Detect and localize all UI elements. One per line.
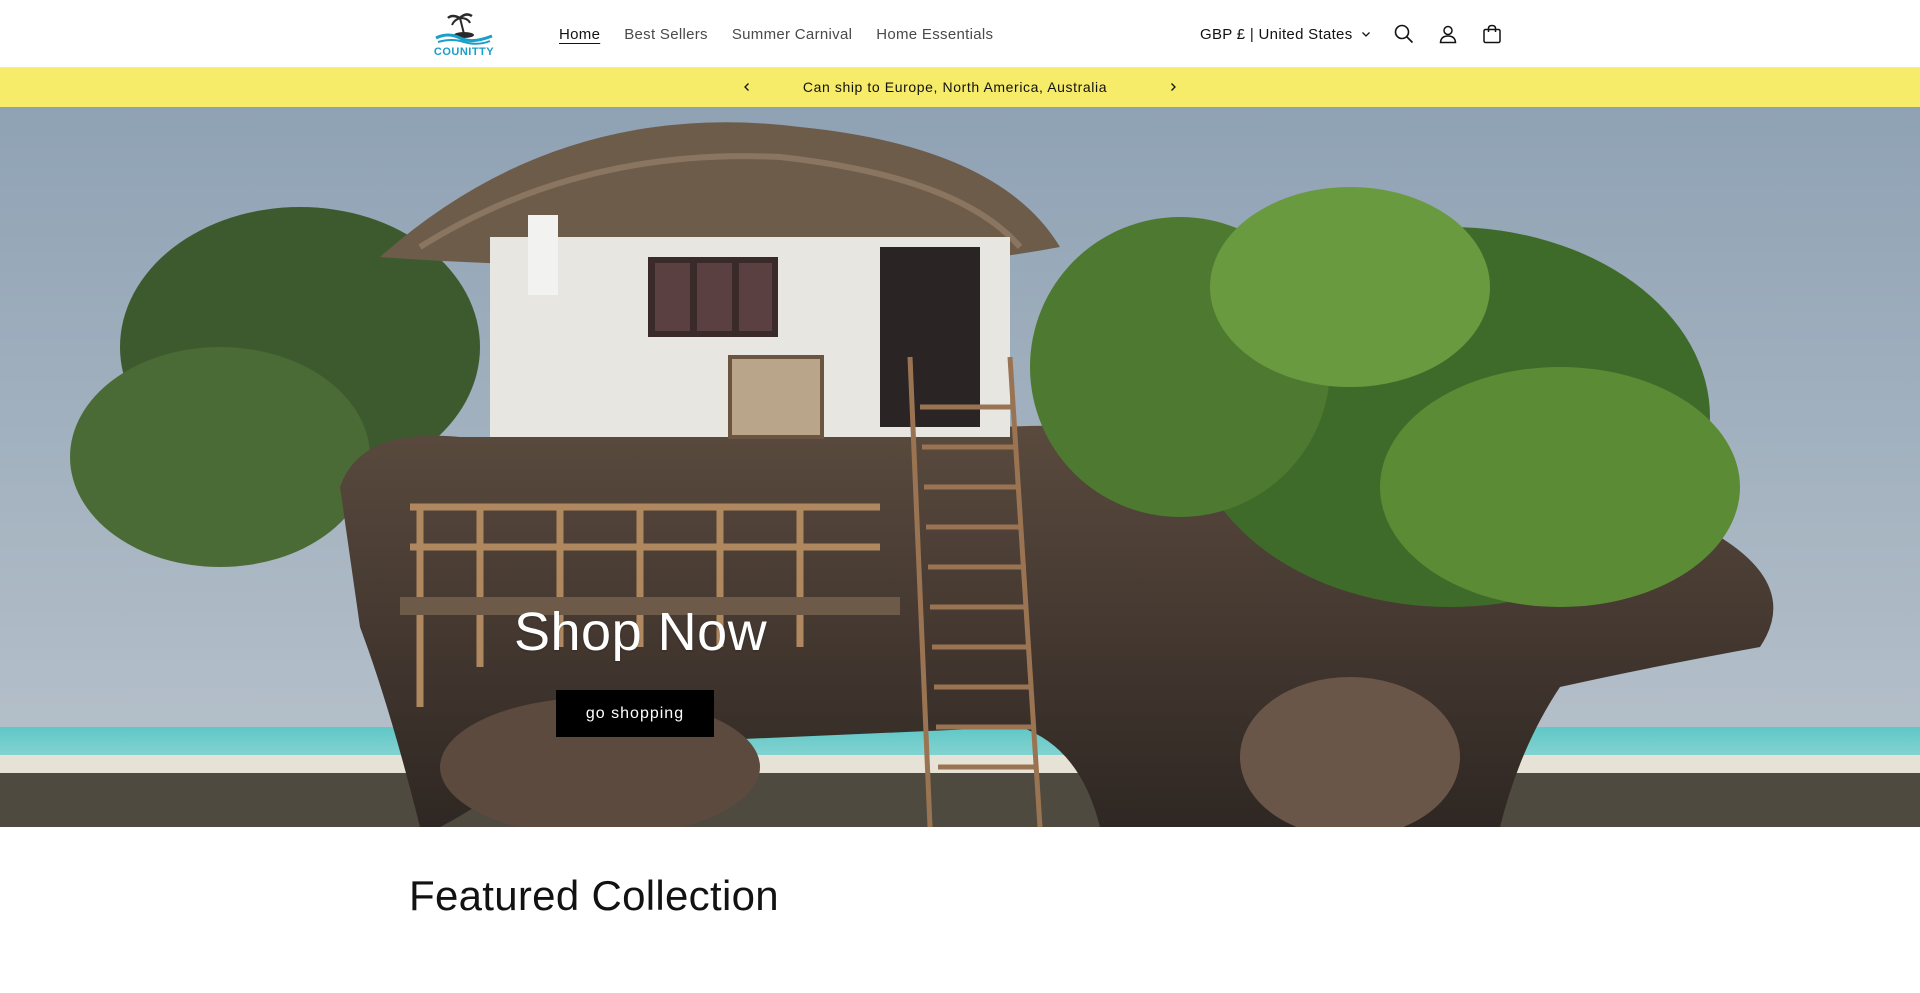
cart-icon[interactable] xyxy=(1478,20,1506,48)
nav-summer-carnival[interactable]: Summer Carnival xyxy=(732,26,852,43)
go-shopping-button[interactable]: go shopping xyxy=(556,690,714,737)
hero-banner: Shop Now go shopping xyxy=(0,107,1920,827)
chevron-down-icon xyxy=(1361,32,1370,37)
site-header: COUNITTY Home Best Sellers Summer Carniv… xyxy=(0,0,1920,68)
main-nav: Home Best Sellers Summer Carnival Home E… xyxy=(559,0,1017,68)
chevron-right-icon[interactable] xyxy=(1163,77,1183,97)
brand-logo[interactable]: COUNITTY xyxy=(428,8,500,60)
hero-title: Shop Now xyxy=(514,602,768,662)
nav-best-sellers[interactable]: Best Sellers xyxy=(624,26,708,43)
nav-home-essentials[interactable]: Home Essentials xyxy=(876,26,993,43)
country-currency-selector[interactable]: GBP £ | United States xyxy=(1200,0,1371,68)
palm-island-logo-icon xyxy=(435,13,493,45)
featured-collection-heading: Featured Collection xyxy=(409,872,779,919)
brand-name: COUNITTY xyxy=(433,46,495,58)
hero-image xyxy=(0,107,1920,827)
nav-home[interactable]: Home xyxy=(559,26,600,43)
search-icon[interactable] xyxy=(1390,20,1418,48)
account-icon[interactable] xyxy=(1434,20,1462,48)
announcement-text: Can ship to Europe, North America, Austr… xyxy=(802,79,1108,95)
announcement-bar: Can ship to Europe, North America, Austr… xyxy=(0,68,1920,107)
country-currency-label: GBP £ | United States xyxy=(1200,25,1353,43)
